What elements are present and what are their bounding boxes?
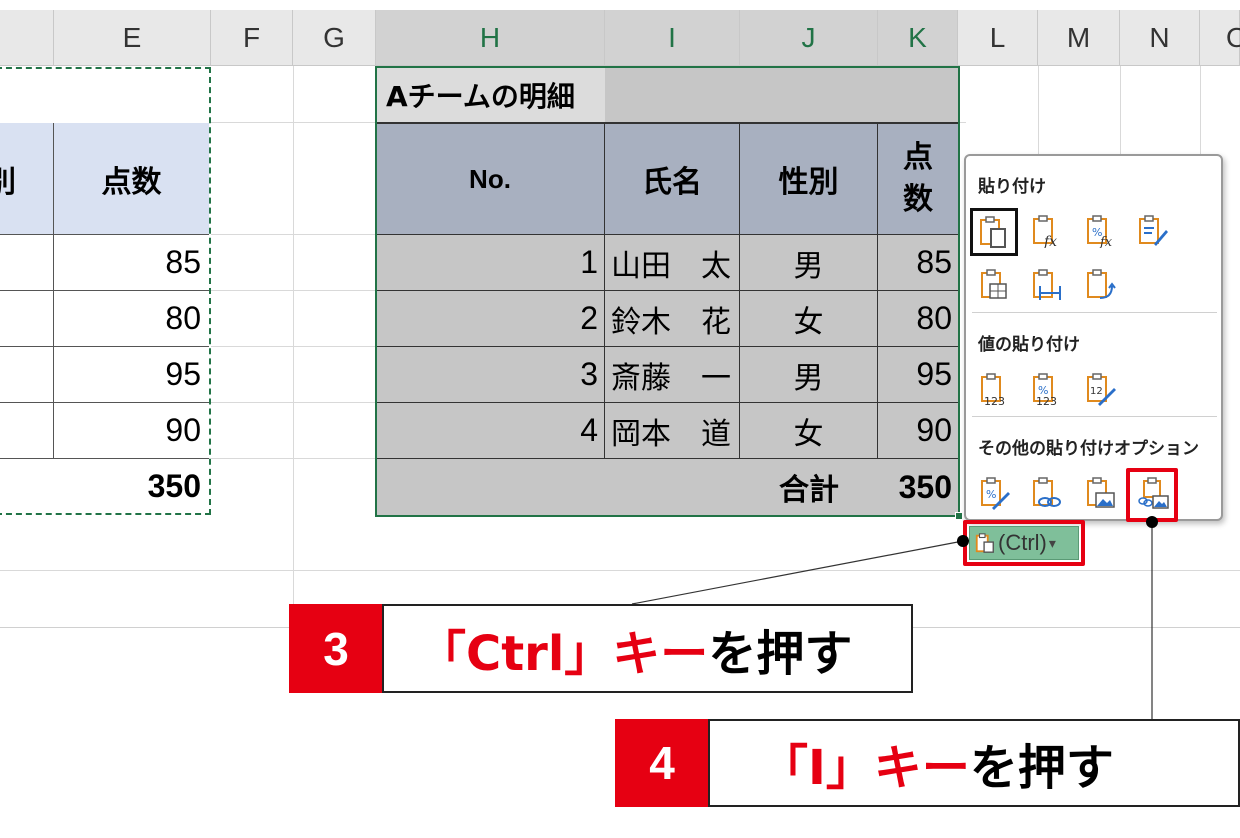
step-4-action-text: を押す — [969, 740, 1114, 796]
step-callout-4: 「I」キー を押す — [708, 719, 1240, 807]
step-3-action-text: を押す — [708, 625, 853, 682]
step-badge-3: 3 — [289, 604, 383, 693]
step-badge-4: 4 — [615, 719, 709, 807]
step-4-key-text: 「I」キー — [760, 740, 970, 796]
callout-leaders — [631, 516, 1158, 720]
step-3-key-text: 「Ctrl」キー — [418, 625, 709, 682]
step-callout-3: 「Ctrl」キー を押す — [382, 604, 913, 693]
